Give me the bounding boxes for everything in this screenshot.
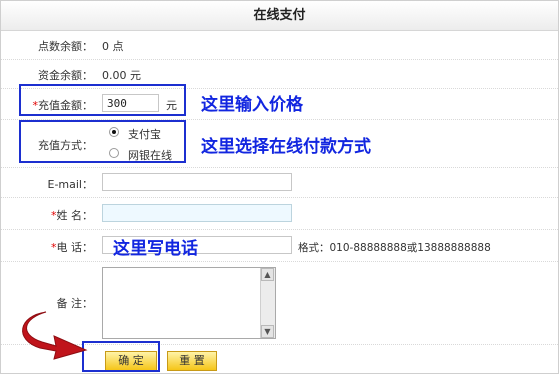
name-label: *姓 名： [1,207,93,223]
remark-textarea[interactable]: ▲ ▼ [102,267,276,339]
email-field[interactable] [102,173,292,191]
phone-label-text: 电 话： [56,241,94,254]
name-label-text: 姓 名： [56,209,94,222]
phone-format-hint: 格式：010-88888888或13888888888 [298,242,491,254]
funds-balance-label: 资金余额： [38,69,93,82]
red-arrow-icon [22,311,88,360]
funds-balance-value: 0.00 元 [102,69,141,82]
remark-scrollbar[interactable]: ▲ ▼ [260,268,275,338]
panel-title: 在线支付 [1,1,558,31]
payment-method-callout [19,120,186,163]
points-balance-value: 0 点 [102,40,124,53]
name-row: *姓 名： [1,198,558,230]
phone-annotation: 这里写电话 [113,239,198,259]
email-label: E-mail： [47,178,94,191]
scroll-up-icon[interactable]: ▲ [261,268,274,281]
phone-row: *电 话： 格式：010-88888888或13888888888 [1,230,558,262]
scroll-down-icon[interactable]: ▼ [261,325,274,338]
email-row: E-mail： [1,168,558,198]
phone-label: *电 话： [1,239,93,255]
name-field[interactable] [102,204,292,222]
points-balance-row: 点数余额： 0 点 [1,31,558,60]
points-balance-label: 点数余额： [38,40,93,53]
method-annotation: 这里选择在线付款方式 [201,137,371,157]
reset-button[interactable]: 重 置 [167,351,217,371]
recharge-amount-callout [19,84,186,116]
amount-annotation: 这里输入价格 [201,95,303,115]
